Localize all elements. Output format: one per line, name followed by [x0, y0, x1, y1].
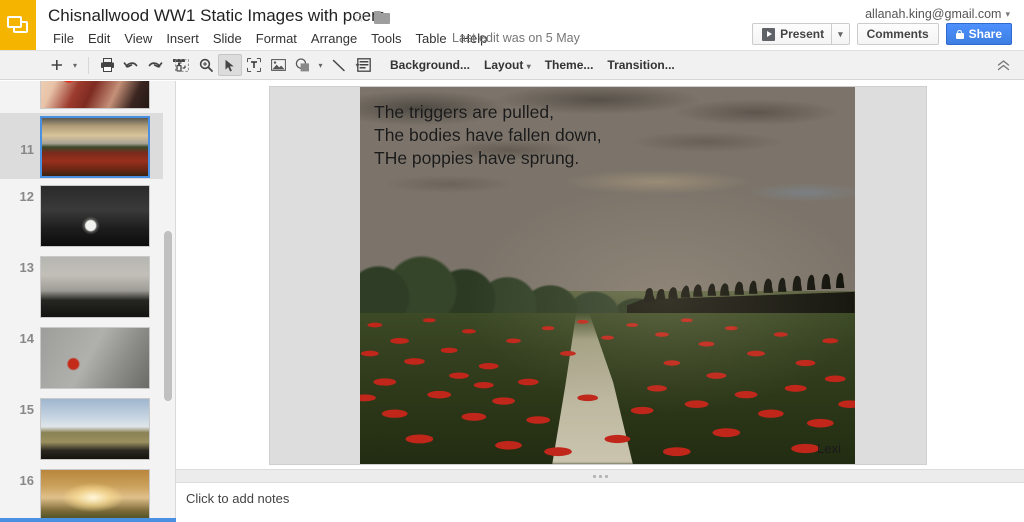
thumbnail-image: [42, 118, 148, 176]
slide-thumbnail[interactable]: [40, 398, 150, 460]
slide-background-photo[interactable]: The triggers are pulled, The bodies have…: [360, 87, 855, 464]
thumbnail-image: [41, 399, 149, 459]
account-menu[interactable]: allanah.king@gmail.com ▾: [865, 7, 1010, 21]
speaker-notes-pane[interactable]: Click to add notes: [176, 483, 1024, 522]
slide-number: 16: [19, 473, 34, 488]
slide-thumbnail[interactable]: [40, 185, 150, 247]
menu-arrange[interactable]: Arrange: [304, 29, 364, 48]
present-button[interactable]: Present: [752, 23, 832, 45]
main-toolbar: ▾ ▾ ▾ Background... Layout ▾ Theme... Tr…: [0, 50, 1024, 80]
slide-number: 13: [19, 260, 34, 275]
new-slide-button[interactable]: [44, 54, 68, 76]
slide-thumbnail[interactable]: [40, 256, 150, 318]
filmstrip-slide-10[interactable]: 10: [0, 81, 163, 109]
slide-number: 11: [20, 141, 34, 157]
fit-to-window-icon[interactable]: [170, 54, 194, 76]
transition-button[interactable]: Transition...: [600, 54, 681, 76]
menu-bar: File Edit View Insert Slide Format Arran…: [46, 29, 494, 48]
menu-slide[interactable]: Slide: [206, 29, 249, 48]
thumbnail-image: [41, 81, 149, 108]
play-icon: [762, 27, 776, 41]
collapse-toolbar-icon[interactable]: [992, 55, 1014, 75]
thumbnail-image: [41, 470, 149, 522]
present-options-button[interactable]: ▾: [831, 23, 850, 45]
slide-editor-canvas-area[interactable]: The triggers are pulled, The bodies have…: [176, 81, 1024, 469]
slides-logo-icon[interactable]: [0, 0, 36, 50]
share-button[interactable]: Share: [945, 23, 1012, 45]
app-header: Chisnallwood WW1 Static Images with poem…: [0, 0, 1024, 50]
toolbar-group-edit: ▾: [44, 51, 191, 79]
filmstrip-slide-14[interactable]: 14: [0, 327, 163, 389]
image-icon[interactable]: [266, 54, 290, 76]
print-icon[interactable]: [95, 54, 119, 76]
toolbar-group-layoutlist: [352, 51, 376, 79]
toolbar-group-zoom: [170, 51, 218, 79]
text-box-icon[interactable]: [242, 54, 266, 76]
menu-view[interactable]: View: [117, 29, 159, 48]
drag-handle-icon: [592, 474, 608, 478]
menu-insert[interactable]: Insert: [159, 29, 206, 48]
thumbnail-image: [41, 328, 149, 388]
comments-button[interactable]: Comments: [856, 23, 939, 45]
shape-dropdown[interactable]: ▾: [314, 54, 327, 76]
slides-editor-window: Chisnallwood WW1 Static Images with poem…: [0, 0, 1024, 522]
last-edit-status[interactable]: Last edit was on 5 May: [452, 31, 580, 45]
toolbar-group-insert: ▾ ▾: [218, 51, 364, 79]
select-arrow-icon[interactable]: [218, 54, 242, 76]
menu-table[interactable]: Table: [409, 29, 454, 48]
theme-button[interactable]: Theme...: [538, 54, 601, 76]
filmstrip-slide-11[interactable]: 11: [0, 113, 163, 179]
header-button-group: Present ▾ Comments Share: [752, 23, 1012, 45]
new-slide-dropdown[interactable]: ▾: [68, 54, 82, 76]
bottom-accent-strip: [0, 518, 176, 522]
zoom-icon[interactable]: [194, 54, 218, 76]
chevron-down-icon: ▾: [1005, 9, 1010, 20]
poppies-layer: [360, 317, 855, 456]
poem-text[interactable]: The triggers are pulled, The bodies have…: [374, 101, 602, 170]
layout-button[interactable]: Layout ▾: [477, 54, 538, 76]
slide-number: 12: [19, 189, 34, 204]
shape-icon[interactable]: [290, 54, 314, 76]
signature-text[interactable]: Lexi: [817, 441, 841, 456]
notes-resize-handle[interactable]: [176, 469, 1024, 483]
line-icon[interactable]: [327, 54, 351, 76]
layout-list-icon[interactable]: [352, 54, 376, 76]
filmstrip-scrollbar[interactable]: [164, 231, 172, 401]
star-icon[interactable]: ☆: [352, 10, 365, 25]
present-label: Present: [780, 27, 825, 41]
slide-thumbnail-selected[interactable]: [40, 116, 150, 178]
slide-number: 14: [19, 331, 34, 346]
redo-icon[interactable]: [143, 54, 167, 76]
filmstrip-slide-15[interactable]: 15: [0, 398, 163, 460]
menu-file[interactable]: File: [46, 29, 81, 48]
menu-edit[interactable]: Edit: [81, 29, 117, 48]
filmstrip-slide-16[interactable]: 16: [0, 469, 163, 522]
document-title[interactable]: Chisnallwood WW1 Static Images with poem: [48, 6, 385, 26]
slides-logo-glyph: [7, 16, 29, 34]
thumbnail-image: [41, 186, 149, 246]
slide-number: 15: [19, 402, 34, 417]
slide-thumbnail[interactable]: [40, 81, 150, 109]
slide-thumbnail[interactable]: [40, 469, 150, 522]
menu-format[interactable]: Format: [249, 29, 304, 48]
toolbar-group-slide-props: Background... Layout ▾ Theme... Transiti…: [383, 51, 682, 79]
account-email: allanah.king@gmail.com: [865, 7, 1002, 21]
undo-icon[interactable]: [119, 54, 143, 76]
lock-icon: [955, 29, 964, 39]
background-button[interactable]: Background...: [383, 54, 477, 76]
notes-placeholder: Click to add notes: [186, 491, 290, 506]
menu-tools[interactable]: Tools: [364, 29, 408, 48]
chevron-down-icon: ▾: [526, 62, 531, 71]
share-label: Share: [968, 27, 1002, 41]
current-slide[interactable]: The triggers are pulled, The bodies have…: [270, 87, 926, 464]
slide-number: 10: [0, 81, 40, 109]
filmstrip-slide-12[interactable]: 12: [0, 185, 163, 247]
slide-thumbnail[interactable]: [40, 327, 150, 389]
folder-icon[interactable]: [374, 11, 390, 24]
slide-filmstrip[interactable]: 10 11 12 13 14: [0, 81, 176, 522]
thumbnail-image: [41, 257, 149, 317]
filmstrip-slide-13[interactable]: 13: [0, 256, 163, 318]
